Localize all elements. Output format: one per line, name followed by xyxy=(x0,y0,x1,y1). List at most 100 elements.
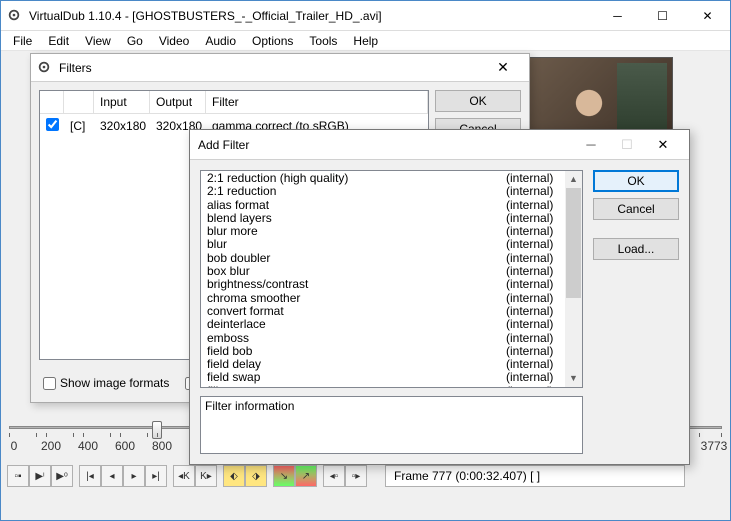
col-filter[interactable]: Filter xyxy=(206,91,428,113)
scene-next-button[interactable]: ⬗ xyxy=(245,465,267,487)
filter-list-item[interactable]: blur(internal) xyxy=(201,238,582,251)
scroll-thumb[interactable] xyxy=(566,188,581,298)
filter-list-item[interactable]: blend layers(internal) xyxy=(201,212,582,225)
filter-row-checkbox[interactable] xyxy=(40,116,64,136)
add-filter-title: Add Filter xyxy=(198,138,573,152)
add-filter-cancel-button[interactable]: Cancel xyxy=(593,198,679,220)
filter-item-name: blur more xyxy=(207,225,506,238)
filters-close-button[interactable]: ✕ xyxy=(483,59,523,76)
filter-item-name: brightness/contrast xyxy=(207,278,506,291)
show-formats-label: Show image formats xyxy=(60,376,169,390)
scene-prev-button[interactable]: ⬖ xyxy=(223,465,245,487)
col-input[interactable]: Input xyxy=(94,91,150,113)
scroll-down-icon[interactable]: ▼ xyxy=(565,370,582,387)
scroll-up-icon[interactable]: ▲ xyxy=(565,171,582,188)
filter-info-label: Filter information xyxy=(205,399,294,413)
transport-toolbar: ▫▪ ▶ᶦ ▶ᵒ |◂ ◂ ▸ ▸| ◂K K▸ ⬖ ⬗ ↘ ↗ ◂▫ ▫▸ F… xyxy=(7,465,685,487)
add-filter-ok-button[interactable]: OK xyxy=(593,170,679,192)
filter-item-name: fill xyxy=(207,385,506,388)
menu-edit[interactable]: Edit xyxy=(40,32,77,50)
filters-title: Filters xyxy=(59,61,483,75)
filter-list-item[interactable]: emboss(internal) xyxy=(201,332,582,345)
filter-item-name: convert format xyxy=(207,305,506,318)
filter-list-item[interactable]: blur more(internal) xyxy=(201,225,582,238)
filter-row-input: 320x180 xyxy=(94,117,150,135)
filter-item-name: blend layers xyxy=(207,212,506,225)
menu-video[interactable]: Video xyxy=(151,32,197,50)
key-prev-button[interactable]: ◂K xyxy=(173,465,195,487)
col-output[interactable]: Output xyxy=(150,91,206,113)
frame-info-text: Frame 777 (0:00:32.407) [ ] xyxy=(394,469,540,483)
filter-list-scrollbar[interactable]: ▲ ▼ xyxy=(565,171,582,387)
goto-prev-range-button[interactable]: ◂▫ xyxy=(323,465,345,487)
go-start-button[interactable]: |◂ xyxy=(79,465,101,487)
filter-item-name: bob doubler xyxy=(207,252,506,265)
filter-item-name: 2:1 reduction (high quality) xyxy=(207,172,506,185)
filter-list-item[interactable]: chroma smoother(internal) xyxy=(201,292,582,305)
add-filter-load-button[interactable]: Load... xyxy=(593,238,679,260)
goto-next-range-button[interactable]: ▫▸ xyxy=(345,465,367,487)
add-filter-minimize-button[interactable]: ─ xyxy=(573,137,609,152)
menu-go[interactable]: Go xyxy=(119,32,151,50)
filter-list-item[interactable]: fill(internal) xyxy=(201,385,582,388)
tick-label: 800 xyxy=(147,439,177,453)
close-button[interactable]: ✕ xyxy=(685,1,730,30)
filter-list[interactable]: 2:1 reduction (high quality)(internal)2:… xyxy=(200,170,583,388)
filter-item-name: emboss xyxy=(207,332,506,345)
filter-item-name: blur xyxy=(207,238,506,251)
menu-file[interactable]: File xyxy=(5,32,40,50)
filter-list-item[interactable]: 2:1 reduction (high quality)(internal) xyxy=(201,172,582,185)
minimize-button[interactable]: ─ xyxy=(595,1,640,30)
add-filter-maximize-button[interactable]: ☐ xyxy=(609,137,645,153)
play-output-button[interactable]: ▶ᵒ xyxy=(51,465,73,487)
tick-label: 200 xyxy=(36,439,66,453)
filter-list-item[interactable]: 2:1 reduction(internal) xyxy=(201,185,582,198)
frame-info: Frame 777 (0:00:32.407) [ ] xyxy=(385,465,685,487)
filter-item-name: chroma smoother xyxy=(207,292,506,305)
add-filter-left: 2:1 reduction (high quality)(internal)2:… xyxy=(200,170,583,454)
filter-list-item[interactable]: bob doubler(internal) xyxy=(201,252,582,265)
mark-in-button[interactable]: ↘ xyxy=(273,465,295,487)
app-icon xyxy=(7,8,23,24)
step-fwd-button[interactable]: ▸ xyxy=(123,465,145,487)
main-window: VirtualDub 1.10.4 - [GHOSTBUSTERS_-_Offi… xyxy=(0,0,731,521)
filter-list-item[interactable]: field swap(internal) xyxy=(201,371,582,384)
window-title: VirtualDub 1.10.4 - [GHOSTBUSTERS_-_Offi… xyxy=(29,9,595,23)
menu-options[interactable]: Options xyxy=(244,32,301,50)
filter-item-name: field swap xyxy=(207,371,506,384)
filter-item-name: deinterlace xyxy=(207,318,506,331)
menu-audio[interactable]: Audio xyxy=(197,32,244,50)
filter-list-item[interactable]: alias format(internal) xyxy=(201,199,582,212)
filter-list-item[interactable]: field delay(internal) xyxy=(201,358,582,371)
filter-list-item[interactable]: field bob(internal) xyxy=(201,345,582,358)
filters-icon xyxy=(37,60,53,76)
filter-list-item[interactable]: convert format(internal) xyxy=(201,305,582,318)
mark-out-button[interactable]: ↗ xyxy=(295,465,317,487)
menubar: File Edit View Go Video Audio Options To… xyxy=(1,31,730,51)
add-filter-dialog: Add Filter ─ ☐ ✕ 2:1 reduction (high qua… xyxy=(189,129,690,465)
col-mark xyxy=(64,91,94,113)
add-filter-close-button[interactable]: ✕ xyxy=(645,137,681,153)
add-filter-body: 2:1 reduction (high quality)(internal)2:… xyxy=(190,160,689,464)
menu-tools[interactable]: Tools xyxy=(301,32,345,50)
stop-button[interactable]: ▫▪ xyxy=(7,465,29,487)
tick-label: 600 xyxy=(110,439,140,453)
filters-ok-button[interactable]: OK xyxy=(435,90,521,112)
filter-list-item[interactable]: deinterlace(internal) xyxy=(201,318,582,331)
show-formats-checkbox[interactable]: Show image formats xyxy=(43,376,169,390)
filter-list-item[interactable]: brightness/contrast(internal) xyxy=(201,278,582,291)
filter-list-item[interactable]: box blur(internal) xyxy=(201,265,582,278)
menu-view[interactable]: View xyxy=(77,32,119,50)
go-end-button[interactable]: ▸| xyxy=(145,465,167,487)
maximize-button[interactable]: ☐ xyxy=(640,1,685,30)
filter-item-name: field delay xyxy=(207,358,506,371)
tick-end-label: 3773 xyxy=(699,439,729,453)
step-back-button[interactable]: ◂ xyxy=(101,465,123,487)
filter-info-box: Filter information xyxy=(200,396,583,454)
tick-label: 400 xyxy=(73,439,103,453)
filter-item-name: alias format xyxy=(207,199,506,212)
key-next-button[interactable]: K▸ xyxy=(195,465,217,487)
play-input-button[interactable]: ▶ᶦ xyxy=(29,465,51,487)
menu-help[interactable]: Help xyxy=(345,32,386,50)
window-buttons: ─ ☐ ✕ xyxy=(595,1,730,30)
